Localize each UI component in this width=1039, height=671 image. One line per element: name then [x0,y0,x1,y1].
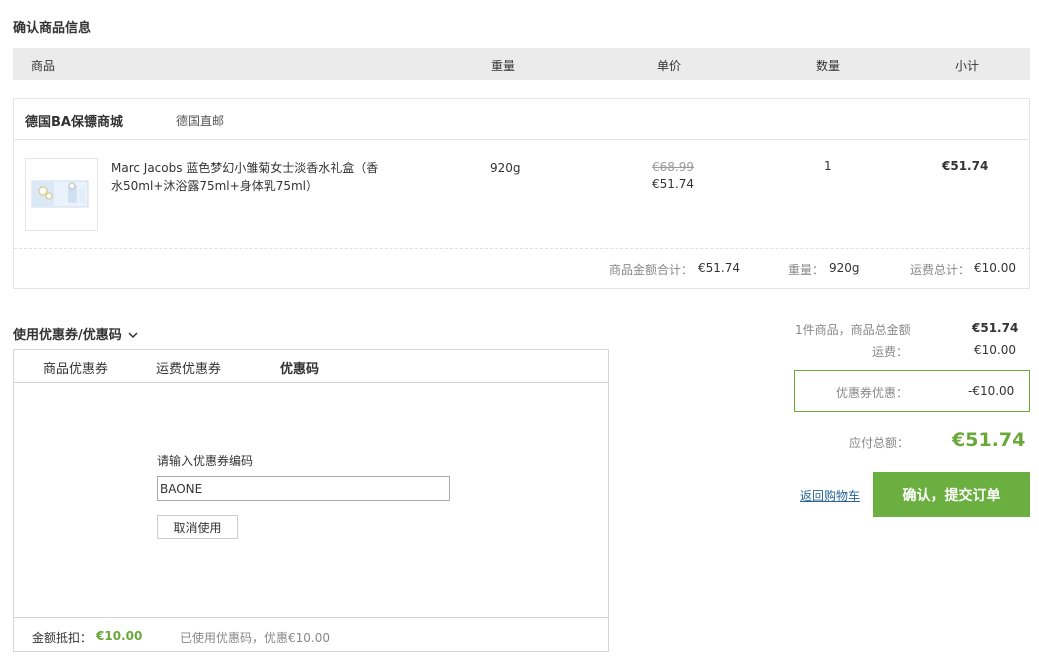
store-name: 德国BA保镖商城 [25,115,123,130]
cancel-coupon-button[interactable]: 取消使用 [157,515,238,539]
chevron-down-icon [128,328,138,343]
tab-promo-code[interactable]: 优惠码 [280,358,319,377]
store-header: 德国BA保镖商城 德国直邮 [14,99,1029,140]
shipping-label: 运费： [872,345,909,359]
product-quantity: 1 [824,159,832,173]
weight-total-value: 920g [829,261,860,275]
discount-box: 优惠券优惠： -€10.00 [794,370,1030,412]
promo-code-label: 请输入优惠券编码 [157,454,254,468]
col-weight: 重量 [491,59,516,73]
coupon-panel: 商品优惠券 运费优惠券 优惠码 请输入优惠券编码 取消使用 金额抵扣： €10.… [13,349,609,652]
discount-label: 优惠券优惠： [836,386,909,400]
shipping-total-value: €10.00 [974,261,1016,275]
product-weight: 920g [490,161,521,175]
col-subtotal: 小计 [955,59,980,73]
back-to-cart-link[interactable]: 返回购物车 [800,487,860,504]
store-footer: 商品金额合计： €51.74 重量： 920g 运费总计： €10.00 [14,248,1029,289]
sale-price: €51.74 [652,177,694,191]
product-title[interactable]: Marc Jacobs 蓝色梦幻小雏菊女士淡香水礼盒（香水50ml+沐浴露75m… [111,159,381,195]
promo-code-input[interactable] [157,476,450,501]
shipping-method: 德国直邮 [176,114,225,128]
goods-total-value: €51.74 [698,261,740,275]
product-table-header: 商品 重量 单价 数量 小计 [13,48,1030,80]
tab-product-coupon[interactable]: 商品优惠券 [43,358,108,377]
coupon-toggle[interactable]: 使用优惠券/优惠码 [13,324,138,343]
tab-shipping-coupon[interactable]: 运费优惠券 [156,358,221,377]
col-product: 商品 [31,59,56,73]
deduction-label: 金额抵扣： [32,631,93,645]
submit-order-button[interactable]: 确认，提交订单 [873,472,1030,517]
items-total-value: €51.74 [972,321,1019,335]
product-price: €68.99 €51.74 [652,159,694,193]
items-total-label: 1件商品，商品总金额 [795,323,911,337]
shipping-value: €10.00 [974,343,1016,357]
original-price: €68.99 [652,160,694,174]
col-unit-price: 单价 [657,59,682,73]
payable-total: €51.74 [952,429,1026,451]
product-subtotal: €51.74 [942,159,989,173]
perfume-gift-box-image[interactable] [25,158,98,231]
discount-value: -€10.00 [968,384,1015,398]
coupon-status: 已使用优惠码，优惠€10.00 [180,631,330,645]
col-quantity: 数量 [816,59,841,73]
coupon-tabs: 商品优惠券 运费优惠券 优惠码 [14,350,608,383]
weight-total-label: 重量： [788,263,825,277]
coupon-toggle-label: 使用优惠券/优惠码 [13,328,122,343]
page-title: 确认商品信息 [13,21,92,36]
coupon-footer: 金额抵扣： €10.00 已使用优惠码，优惠€10.00 [14,617,608,652]
goods-total-label: 商品金额合计： [609,263,694,277]
payable-label: 应付总额： [849,436,910,450]
store-order-box: 德国BA保镖商城 德国直邮 Marc Jacobs 蓝色梦幻小雏菊女士淡香水礼盒… [13,98,1030,289]
deduction-value: €10.00 [96,629,143,643]
shipping-total-label: 运费总计： [910,263,971,277]
